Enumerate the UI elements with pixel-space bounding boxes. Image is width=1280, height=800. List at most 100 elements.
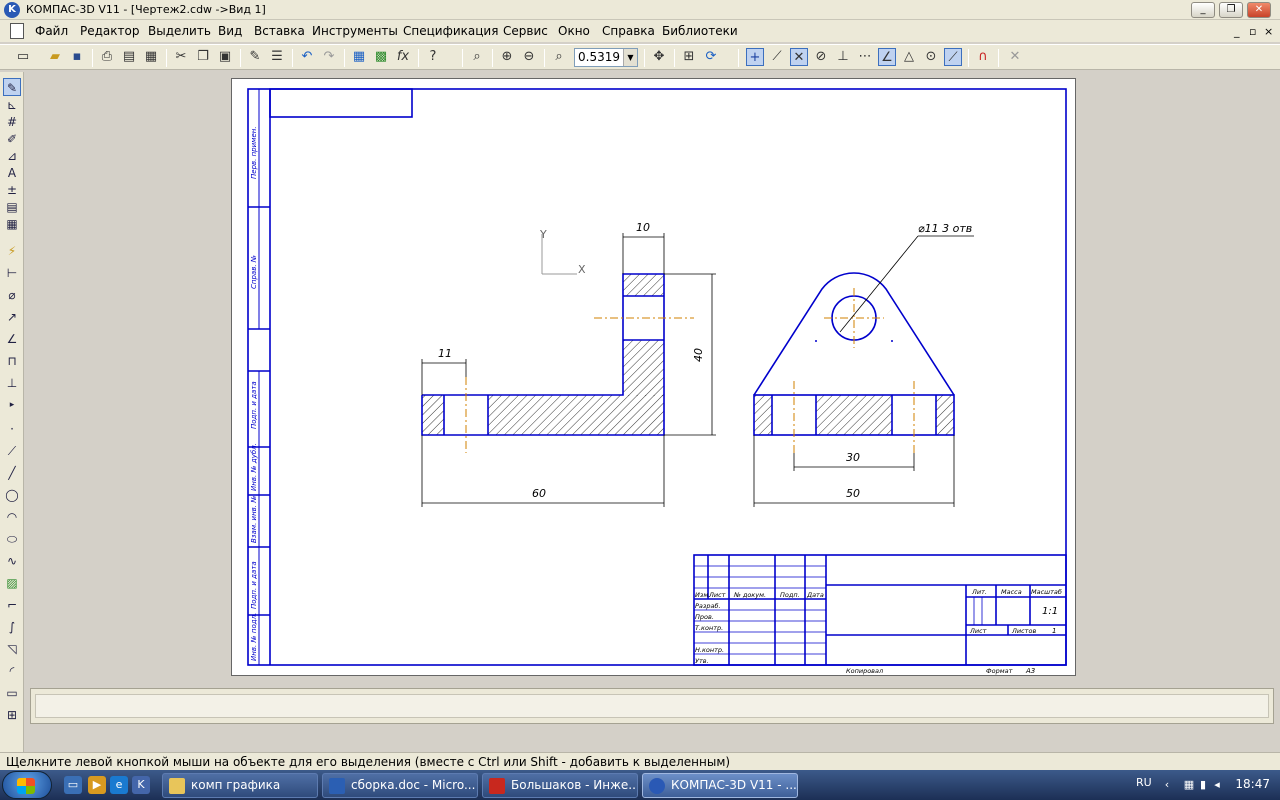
redraw-icon[interactable]: ⟳ bbox=[702, 48, 720, 66]
print-preview-icon[interactable]: ▤ bbox=[120, 48, 138, 66]
radial-dimension-icon[interactable]: ↗ bbox=[3, 308, 21, 326]
zoom-scale-input[interactable]: 0.5319 ▼ bbox=[574, 48, 638, 67]
snap-grid-icon[interactable]: ⋯ bbox=[856, 48, 874, 66]
refresh-image-icon[interactable]: ⊞ bbox=[680, 48, 698, 66]
open-folder-icon[interactable]: ▰ bbox=[46, 48, 64, 66]
spline-icon[interactable]: ∿ bbox=[3, 552, 21, 570]
tray-app-icon[interactable]: ▦ bbox=[1182, 778, 1196, 792]
pan-icon[interactable]: ✥ bbox=[650, 48, 668, 66]
properties-icon[interactable]: ☰ bbox=[268, 48, 286, 66]
auto-line-icon[interactable]: ⚡ bbox=[3, 242, 21, 260]
new-document-icon[interactable]: ▭ bbox=[14, 48, 32, 66]
language-indicator[interactable]: RU bbox=[1136, 776, 1152, 789]
parametrization-panel-icon[interactable]: ⊿ bbox=[3, 147, 21, 165]
zoom-scale-icon[interactable]: ⌕ bbox=[550, 48, 568, 66]
properties-field[interactable] bbox=[35, 694, 1269, 718]
task-word[interactable]: сборка.doc - Micro... bbox=[322, 773, 478, 798]
front-view-section[interactable] bbox=[421, 273, 694, 453]
expand-arrow-icon[interactable]: ▸ bbox=[3, 396, 21, 414]
zoom-window-icon[interactable]: ⌕ bbox=[468, 48, 486, 66]
snap-point-icon[interactable]: + bbox=[746, 48, 764, 66]
arc-length-icon[interactable]: ⊓ bbox=[3, 352, 21, 370]
undo-icon[interactable]: ↶ bbox=[298, 48, 316, 66]
doc-close-button[interactable]: × bbox=[1264, 25, 1273, 38]
snap-midpoint-icon[interactable]: △ bbox=[900, 48, 918, 66]
menu-view[interactable]: Вид bbox=[218, 24, 242, 38]
network-icon[interactable]: ▮ bbox=[1196, 778, 1210, 792]
snap-tangent-icon[interactable]: ⊘ bbox=[812, 48, 830, 66]
snap-nearest-icon[interactable]: ⟋ bbox=[768, 48, 786, 66]
minimize-button[interactable]: _ bbox=[1191, 2, 1215, 18]
show-desktop-icon[interactable]: ▭ bbox=[64, 776, 82, 794]
side-view[interactable] bbox=[753, 272, 955, 453]
auxiliary-line-icon[interactable]: ⟋ bbox=[3, 442, 21, 460]
task-folder[interactable]: комп графика bbox=[162, 773, 318, 798]
segment-icon[interactable]: ╱ bbox=[3, 464, 21, 482]
variables-fx-icon[interactable]: fx bbox=[394, 48, 412, 66]
menu-service[interactable]: Сервис bbox=[503, 24, 548, 38]
height-mark-icon[interactable]: ⊥ bbox=[3, 374, 21, 392]
doc-minimize-button[interactable]: _ bbox=[1234, 25, 1240, 38]
snap-intersection-icon[interactable]: ✕ bbox=[790, 48, 808, 66]
restore-button[interactable]: ❐ bbox=[1219, 2, 1243, 18]
magnet-snap-icon[interactable]: ∩ bbox=[974, 48, 992, 66]
linear-dimension-icon[interactable]: ⊢ bbox=[3, 264, 21, 282]
redo-icon[interactable]: ↷ bbox=[320, 48, 338, 66]
spec-panel-icon[interactable]: ▦ bbox=[3, 215, 21, 233]
chamfer-icon[interactable]: ◹ bbox=[3, 640, 21, 658]
menu-editor[interactable]: Редактор bbox=[80, 24, 139, 38]
library-manager-icon[interactable]: ▩ bbox=[372, 48, 390, 66]
task-pdf[interactable]: Большаков - Инже... bbox=[482, 773, 638, 798]
polyline-icon[interactable]: ⌐ bbox=[3, 596, 21, 614]
hatch-icon[interactable]: ▨ bbox=[3, 574, 21, 592]
volume-icon[interactable]: ◂ bbox=[1210, 778, 1224, 792]
manager-icon[interactable]: ▦ bbox=[350, 48, 368, 66]
snap-parallel-icon[interactable]: ⟋ bbox=[944, 48, 962, 66]
drawing-sheet[interactable]: Перв. примен. Справ. № Подп. и дата Инв.… bbox=[231, 78, 1076, 676]
menu-specification[interactable]: Спецификация bbox=[403, 24, 498, 38]
ellipse-icon[interactable]: ⬭ bbox=[3, 530, 21, 548]
copy-icon[interactable]: ❐ bbox=[194, 48, 212, 66]
menu-help[interactable]: Справка bbox=[602, 24, 655, 38]
circle-icon[interactable]: ◯ bbox=[3, 486, 21, 504]
select-panel-icon[interactable]: ± bbox=[3, 181, 21, 199]
point-icon[interactable]: · bbox=[3, 420, 21, 438]
help-pointer-icon[interactable]: ? bbox=[424, 48, 442, 66]
kompas-quicklaunch-icon[interactable]: K bbox=[132, 776, 150, 794]
clock[interactable]: 18:47 bbox=[1235, 777, 1270, 791]
menu-libraries[interactable]: Библиотеки bbox=[662, 24, 738, 38]
media-player-icon[interactable]: ▶ bbox=[88, 776, 106, 794]
tray-expand-icon[interactable]: ‹ bbox=[1160, 778, 1174, 792]
zoom-in-icon[interactable]: ⊕ bbox=[498, 48, 516, 66]
dimensions-panel-icon[interactable]: ⊾ bbox=[3, 96, 21, 114]
menu-select[interactable]: Выделить bbox=[148, 24, 211, 38]
menu-tools[interactable]: Инструменты bbox=[312, 24, 398, 38]
menu-window[interactable]: Окно bbox=[558, 24, 590, 38]
rectangle-icon[interactable]: ▭ bbox=[3, 684, 21, 702]
local-snap-icon[interactable]: ✕ bbox=[1006, 48, 1024, 66]
save-icon[interactable]: ▪ bbox=[68, 48, 86, 66]
measure-panel-icon[interactable]: A bbox=[3, 164, 21, 182]
start-button[interactable] bbox=[2, 771, 52, 799]
zoom-out-icon[interactable]: ⊖ bbox=[520, 48, 538, 66]
paste-icon[interactable]: ▣ bbox=[216, 48, 234, 66]
internet-explorer-icon[interactable]: e bbox=[110, 776, 128, 794]
page-setup-icon[interactable]: ▦ bbox=[142, 48, 160, 66]
editing-panel-icon[interactable]: ✐ bbox=[3, 130, 21, 148]
cut-icon[interactable]: ✂ bbox=[172, 48, 190, 66]
macro-element-icon[interactable]: ⊞ bbox=[3, 706, 21, 724]
snap-normal-icon[interactable]: ⊥ bbox=[834, 48, 852, 66]
format-painter-icon[interactable]: ✎ bbox=[246, 48, 264, 66]
menu-insert[interactable]: Вставка bbox=[254, 24, 305, 38]
print-icon[interactable]: ⎙ bbox=[98, 48, 116, 66]
diameter-dimension-icon[interactable]: ⌀ bbox=[3, 286, 21, 304]
associative-views-icon[interactable]: ▤ bbox=[3, 198, 21, 216]
fillet-icon[interactable]: ◜ bbox=[3, 662, 21, 680]
arc-icon[interactable]: ◠ bbox=[3, 508, 21, 526]
snap-angle-icon[interactable]: ∠ bbox=[878, 48, 896, 66]
task-kompas[interactable]: КОМПАС-3D V11 - ... bbox=[642, 773, 798, 798]
snap-center-icon[interactable]: ⊙ bbox=[922, 48, 940, 66]
doc-restore-button[interactable]: ▫ bbox=[1249, 25, 1256, 38]
chevron-down-icon[interactable]: ▼ bbox=[623, 49, 637, 66]
angular-dimension-icon[interactable]: ∠ bbox=[3, 330, 21, 348]
